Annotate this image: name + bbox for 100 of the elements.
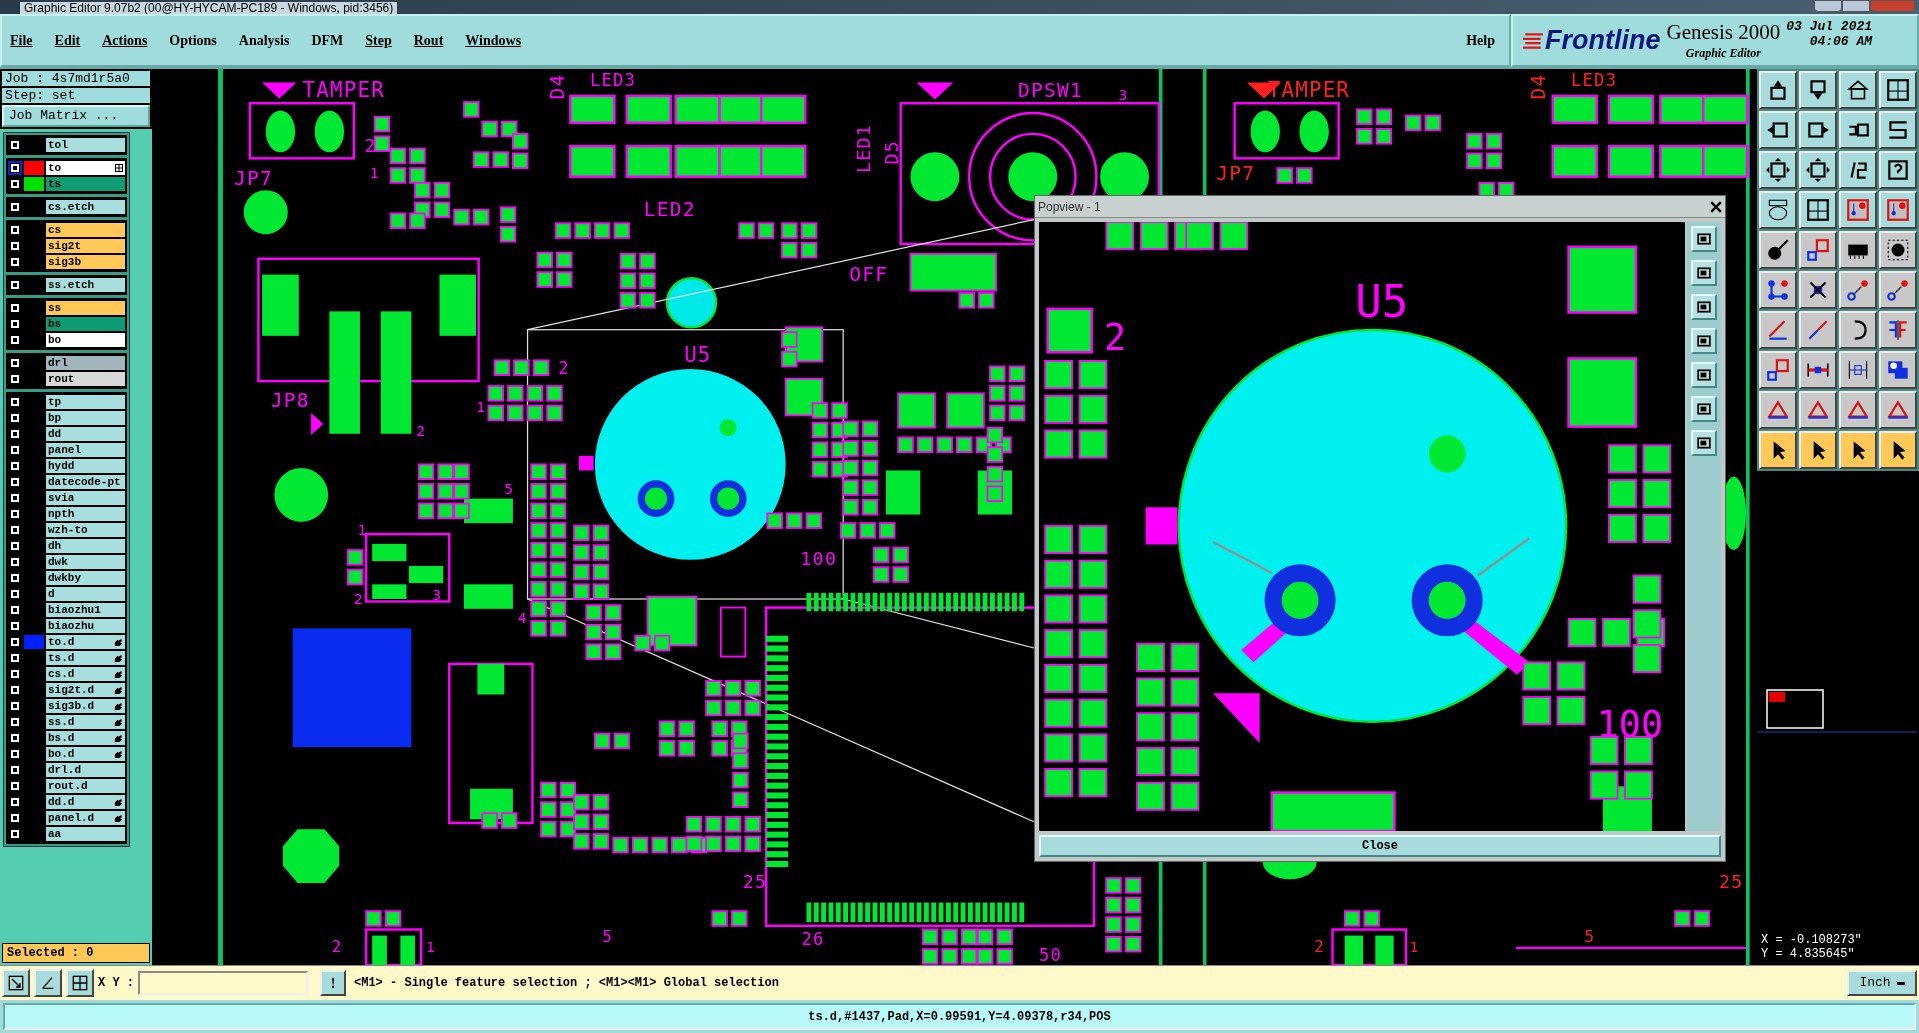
layer-item[interactable]: hydd bbox=[46, 459, 125, 473]
component-label: D4 bbox=[546, 73, 570, 100]
layer-item[interactable]: bs.d bbox=[46, 731, 125, 745]
layer-name: cs.d bbox=[48, 668, 75, 680]
menu-item[interactable]: File bbox=[10, 30, 33, 51]
layer-name: bp bbox=[48, 412, 62, 424]
component-label: 3 bbox=[432, 586, 443, 604]
layer-name: dwkby bbox=[48, 572, 81, 584]
layer-item[interactable]: bo.d bbox=[46, 747, 125, 761]
menu-item[interactable]: DFM bbox=[311, 30, 344, 51]
component-label: D4 bbox=[1527, 73, 1551, 100]
menu-item[interactable]: Edit bbox=[54, 30, 81, 51]
layer-item[interactable]: npth bbox=[46, 507, 125, 521]
component-label: 25 bbox=[742, 870, 768, 892]
close-button[interactable]: Close bbox=[1039, 835, 1721, 857]
layer-item[interactable]: ss.etch bbox=[46, 278, 125, 292]
layer-item[interactable]: sig2t.d bbox=[46, 683, 125, 697]
component-label: LED1 bbox=[853, 123, 875, 174]
component-label: U5 bbox=[1355, 276, 1409, 328]
menu-item[interactable]: Actions bbox=[102, 30, 148, 51]
component-label: LED2 bbox=[643, 197, 696, 221]
menu-item[interactable]: Windows bbox=[465, 30, 522, 51]
layer-name: to bbox=[48, 162, 62, 174]
layer-item[interactable]: rout.d bbox=[46, 779, 125, 793]
component-label: 5 bbox=[1584, 926, 1596, 946]
layer-name: ts.d bbox=[48, 652, 75, 664]
component-label: D5 bbox=[881, 139, 903, 165]
component-label: JP7 bbox=[1216, 162, 1256, 186]
layer-item[interactable]: bs bbox=[46, 317, 125, 331]
layer-item[interactable]: panel bbox=[46, 443, 125, 457]
layer-item[interactable]: dd.d bbox=[46, 795, 125, 809]
layer-item[interactable]: sig3b bbox=[46, 255, 125, 269]
layer-item[interactable]: wzh-to bbox=[46, 523, 125, 537]
component-label: LED3 bbox=[1571, 70, 1618, 91]
status-text: ts.d,#1437,Pad,X=0.99591,Y=4.09378,r34,POS bbox=[808, 1008, 1111, 1026]
layer-name: bs.d bbox=[48, 732, 75, 744]
layer-name: tp bbox=[48, 396, 62, 408]
layer-item[interactable]: ss.d bbox=[46, 715, 125, 729]
layer-item[interactable]: panel.d bbox=[46, 811, 125, 825]
layer-name: drl.d bbox=[48, 764, 81, 776]
menu-item[interactable]: Help bbox=[1466, 30, 1495, 51]
popview-title: Popview - 1 bbox=[1038, 198, 1101, 216]
layer-item[interactable]: dwkby bbox=[46, 571, 125, 585]
step-name: Step: set bbox=[2, 88, 150, 103]
layer-item[interactable]: aa bbox=[46, 827, 125, 841]
layer-item[interactable]: ss bbox=[46, 301, 125, 315]
layer-item[interactable]: biaozhu bbox=[46, 619, 125, 633]
layer-name: d bbox=[48, 588, 55, 600]
layer-item[interactable]: tp bbox=[46, 395, 125, 409]
component-label: JP8 bbox=[270, 388, 310, 412]
layer-item[interactable]: cs bbox=[46, 223, 125, 237]
layer-item[interactable]: tol bbox=[46, 138, 125, 152]
component-label: 2 bbox=[416, 422, 427, 440]
layer-item[interactable]: bo bbox=[46, 333, 125, 347]
layer-name: sig3b bbox=[48, 256, 81, 268]
units-dropdown[interactable]: Inch bbox=[1847, 970, 1917, 996]
layer-item[interactable]: sig2t bbox=[46, 239, 125, 253]
component-label: 25 bbox=[1719, 870, 1744, 892]
layer-item[interactable]: to.d bbox=[46, 635, 125, 649]
layer-item[interactable]: cs.etch bbox=[46, 200, 125, 214]
layer-item[interactable]: ts bbox=[46, 177, 125, 191]
layer-item[interactable]: dd bbox=[46, 427, 125, 441]
layer-item[interactable]: dwk bbox=[46, 555, 125, 569]
layer-item[interactable]: d bbox=[46, 587, 125, 601]
layer-item[interactable]: drl.d bbox=[46, 763, 125, 777]
layer-name: cs.etch bbox=[48, 201, 95, 213]
layer-item[interactable]: biaozhu1 bbox=[46, 603, 125, 617]
component-label: 50 bbox=[1038, 945, 1062, 965]
job-matrix-button[interactable]: Job Matrix ... bbox=[2, 105, 150, 127]
component-label: 1 bbox=[476, 397, 487, 415]
brand-logo: Frontline bbox=[1545, 24, 1661, 58]
component-label: 1 bbox=[1409, 937, 1420, 955]
job-name: Job : 4s7md1r5a0 bbox=[2, 71, 150, 86]
layer-item[interactable]: dh bbox=[46, 539, 125, 553]
hint-text: <M1> - Single feature selection ; <M1><M1> Global selection bbox=[354, 975, 779, 992]
layer-name: sig3b.d bbox=[48, 700, 95, 712]
layer-item[interactable]: to bbox=[46, 161, 125, 175]
xy-label: X Y : bbox=[98, 975, 134, 992]
x-coordinate: X = -0.108273" bbox=[1761, 933, 1863, 947]
layer-item[interactable]: ts.d bbox=[46, 651, 125, 665]
layer-name: biaozhu bbox=[48, 620, 95, 632]
layer-item[interactable]: sig3b.d bbox=[46, 699, 125, 713]
menu-item[interactable]: Rout bbox=[413, 30, 444, 51]
y-coordinate: Y = 4.835645" bbox=[1761, 947, 1856, 961]
menu-item[interactable]: Step bbox=[365, 30, 392, 51]
alert-button[interactable]: ! bbox=[320, 970, 346, 996]
layer-name: ss.d bbox=[48, 716, 75, 728]
layer-item[interactable]: drl bbox=[46, 356, 125, 370]
layer-item[interactable]: datecode-pt bbox=[46, 475, 125, 489]
layer-name: rout bbox=[48, 373, 75, 385]
layer-item[interactable]: bp bbox=[46, 411, 125, 425]
component-label: DPSW1 bbox=[1018, 79, 1084, 103]
layer-name: bo.d bbox=[48, 748, 75, 760]
layer-item[interactable]: rout bbox=[46, 372, 125, 386]
menu-item[interactable]: Options bbox=[169, 30, 217, 51]
layer-item[interactable]: cs.d bbox=[46, 667, 125, 681]
layer-name: hydd bbox=[48, 460, 75, 472]
layer-name: biaozhu1 bbox=[48, 604, 101, 616]
layer-item[interactable]: svia bbox=[46, 491, 125, 505]
menu-item[interactable]: Analysis bbox=[238, 30, 290, 51]
